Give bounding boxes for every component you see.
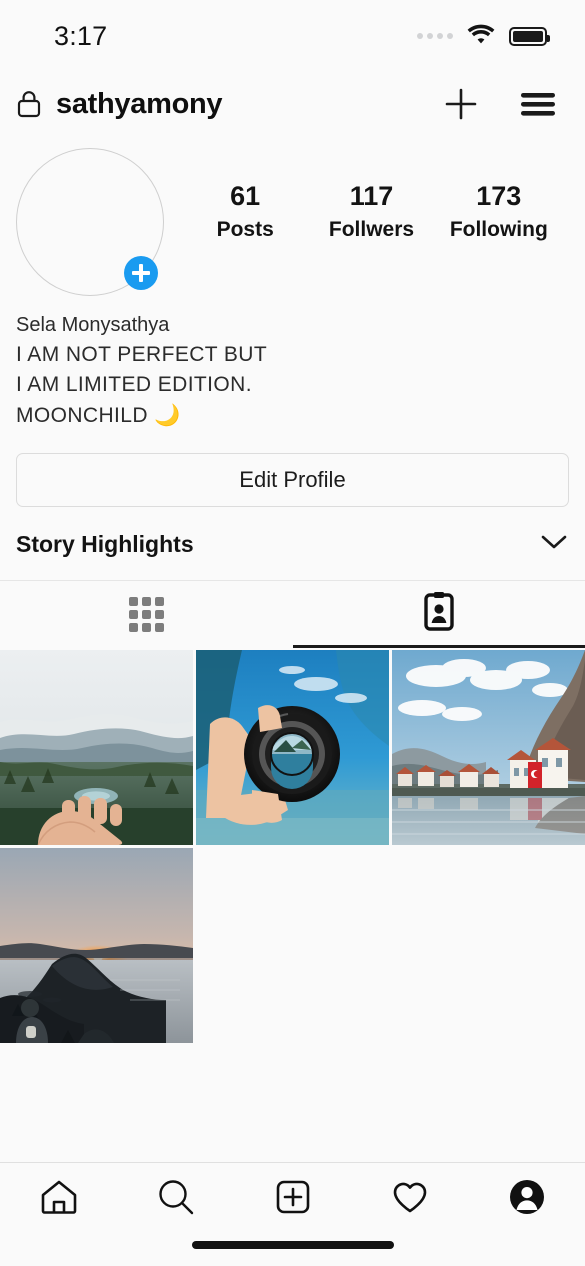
chevron-down-icon[interactable] — [539, 532, 569, 557]
tab-grid[interactable] — [0, 581, 293, 648]
nav-create[interactable] — [234, 1176, 351, 1223]
profile-tabs — [0, 580, 585, 649]
status-bar: 3:17 — [0, 0, 585, 72]
search-icon — [155, 1176, 197, 1223]
page-title[interactable]: sathyamony — [56, 88, 223, 121]
photo-grid — [0, 648, 585, 1044]
nav-home[interactable] — [0, 1176, 117, 1223]
bottom-navigation — [0, 1162, 585, 1266]
story-highlights-title: Story Highlights — [16, 531, 194, 558]
home-indicator — [191, 1241, 394, 1249]
stat-following-value: 173 — [476, 181, 522, 211]
nav-activity[interactable] — [351, 1176, 468, 1223]
plus-icon[interactable] — [443, 86, 479, 122]
grid-icon — [128, 597, 164, 633]
profile-avatar-icon — [506, 1176, 548, 1223]
status-bar-indicators — [417, 23, 550, 50]
photo-forest-hand[interactable] — [0, 650, 193, 846]
photo-lake-sunset[interactable] — [0, 848, 193, 1044]
edit-profile-button[interactable]: Edit Profile — [16, 453, 569, 508]
tab-tagged[interactable] — [292, 581, 585, 649]
avatar[interactable] — [16, 148, 164, 296]
stat-posts-value: 61 — [230, 181, 261, 211]
bio-line-2: I AM LIMITED EDITION. — [16, 373, 252, 397]
signal-dots-icon — [417, 33, 453, 39]
heart-icon — [389, 1176, 431, 1223]
bio-line-3: MOONCHILD 🌙 — [16, 403, 181, 427]
photo-riverside-town[interactable] — [392, 650, 585, 846]
bottom-nav-row — [0, 1163, 585, 1235]
add-square-icon — [272, 1176, 314, 1223]
stat-following[interactable]: 173 Following — [450, 180, 548, 242]
stat-posts[interactable]: 61 Posts — [197, 180, 293, 242]
stat-followers-label: Follwers — [328, 217, 415, 241]
hamburger-menu-icon[interactable] — [519, 89, 557, 119]
profile-summary: 61 Posts 117 Follwers 173 Following — [0, 136, 585, 296]
add-story-plus-icon[interactable] — [124, 256, 158, 290]
battery-full-icon — [509, 26, 550, 46]
stat-posts-label: Posts — [216, 217, 274, 241]
nav-search[interactable] — [117, 1176, 234, 1223]
bio-line-1: I AM NOT PERFECT BUT — [16, 343, 268, 366]
wifi-icon — [466, 23, 496, 50]
tagged-person-card-icon — [423, 592, 455, 637]
profile-header: sathyamony — [0, 72, 585, 136]
stat-followers[interactable]: 117 Follwers — [323, 180, 419, 242]
nav-profile[interactable] — [468, 1176, 585, 1223]
stat-following-label: Following — [449, 217, 548, 241]
status-bar-clock: 3:17 — [54, 20, 108, 51]
home-icon — [38, 1176, 80, 1223]
profile-bio: Sela Monysathya I AM NOT PERFECT BUT I A… — [0, 296, 585, 431]
story-highlights-section[interactable]: Story Highlights — [16, 531, 569, 580]
photo-camera-lens[interactable] — [196, 650, 389, 846]
display-name: Sela Monysathya — [16, 314, 170, 336]
lock-icon — [16, 89, 42, 119]
stat-followers-value: 117 — [349, 181, 394, 211]
instagram-profile-screen: 3:17 sathyamony 61 Posts 117 Follwers 17… — [0, 0, 585, 1266]
profile-stats: 61 Posts 117 Follwers 173 Following — [164, 148, 569, 242]
